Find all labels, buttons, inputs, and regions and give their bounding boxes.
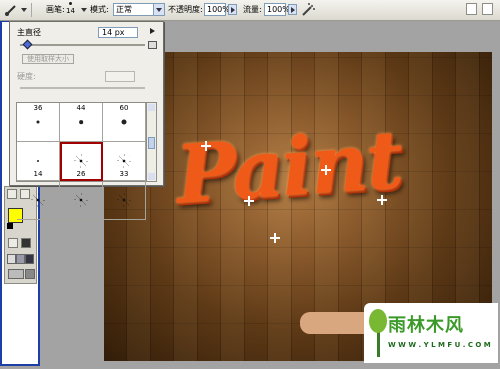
file-browser-icon[interactable] — [466, 3, 477, 15]
brush-tip-spray-icon — [74, 154, 88, 168]
brush-size-label: 14 — [33, 170, 43, 178]
brush-size-label: 26 — [76, 170, 86, 178]
brush-tip-dot-icon — [79, 120, 83, 124]
brush-preset-picker[interactable]: 14 — [64, 1, 78, 19]
brush-preset-cell[interactable]: 44 — [60, 103, 103, 142]
brush-preset-cell[interactable]: 33 — [103, 142, 146, 181]
brush-preset-cell[interactable]: 26 — [60, 142, 103, 181]
flow-slider-arrow-icon[interactable] — [288, 4, 297, 15]
sparkle-icon — [377, 195, 387, 205]
brush-size-readout: 14 — [66, 7, 75, 15]
sparkle-icon — [201, 141, 211, 151]
sparkle-icon — [321, 165, 331, 175]
standard-mode-icon[interactable] — [8, 238, 18, 248]
brush-preset-cell[interactable] — [103, 181, 146, 220]
brush-tip-dot-icon — [121, 119, 127, 125]
brush-preset-grid: 36 44 60 14 26 33 — [16, 102, 146, 220]
brush-dot-icon — [69, 2, 72, 5]
mode-select-value: 正常 — [116, 5, 132, 14]
brush-preset-panel: 主直径 14 px 使用取样大小 硬度: 36 44 60 14 26 33 — [9, 21, 164, 220]
brush-size-label: 44 — [76, 104, 86, 112]
brush-label: 画笔: — [46, 5, 65, 14]
opacity-slider-arrow-icon[interactable] — [228, 4, 237, 15]
edit-icon[interactable] — [25, 269, 35, 279]
preset-scrollbar[interactable] — [146, 102, 157, 182]
brush-preset-cell[interactable] — [60, 181, 103, 220]
screen-mode-icon[interactable] — [7, 254, 16, 264]
palette-well-icon[interactable] — [482, 3, 493, 15]
use-sample-size-button[interactable]: 使用取样大小 — [22, 54, 74, 64]
opacity-label: 不透明度: — [168, 5, 203, 14]
hardness-slider[interactable] — [20, 87, 145, 89]
brush-preset-cell[interactable]: 60 — [103, 103, 146, 142]
brush-tip-spray-icon — [117, 193, 131, 207]
brush-size-label: 33 — [119, 170, 129, 178]
divider — [31, 3, 32, 17]
sparkle-icon — [244, 196, 254, 206]
hardness-label: 硬度: — [17, 72, 36, 81]
hand-image — [300, 312, 370, 334]
hand-tool-icon[interactable] — [7, 189, 17, 199]
options-bar: 画笔: 14 模式: 正常 不透明度: 100% 流量: 100% — [0, 0, 500, 21]
brush-size-label: 60 — [119, 104, 129, 112]
panel-menu-arrow-icon[interactable] — [150, 28, 155, 34]
screen-mode-full-icon[interactable] — [16, 254, 25, 264]
default-colors-icon[interactable] — [7, 223, 13, 229]
brush-size-label: 36 — [33, 104, 43, 112]
watermark-title: 雨林木风 — [388, 315, 464, 336]
master-diameter-slider[interactable] — [20, 39, 145, 50]
watermark-url: W W W . Y L M F U . C O M — [388, 341, 491, 349]
mode-chevron-down-icon — [153, 4, 164, 15]
watermark: 雨林木风 W W W . Y L M F U . C O M — [364, 303, 498, 363]
brush-tip-dot-icon — [37, 160, 39, 162]
master-diameter-label: 主直径 — [17, 28, 41, 37]
quick-mask-icon[interactable] — [21, 238, 31, 248]
brush-tip-spray-icon — [31, 193, 45, 207]
scroll-down-arrow-icon[interactable] — [148, 173, 155, 180]
watermark-logo-icon — [369, 309, 387, 357]
airbrush-icon[interactable] — [301, 3, 315, 17]
flow-input[interactable]: 100% — [264, 3, 290, 16]
brush-preset-cell[interactable] — [17, 181, 60, 220]
brush-tool-icon[interactable] — [4, 3, 18, 17]
master-diameter-slider-thumb[interactable] — [22, 39, 33, 50]
brush-preset-cell[interactable]: 36 — [17, 103, 60, 142]
master-diameter-input[interactable]: 14 px — [98, 27, 138, 38]
scrollbar-thumb[interactable] — [148, 137, 155, 149]
artwork-text: Paint — [172, 112, 405, 222]
hardness-input[interactable] — [105, 71, 135, 82]
brush-tip-spray-icon — [117, 154, 131, 168]
use-sample-size-label: 使用取样大小 — [27, 55, 69, 63]
brush-picker-chevron-down-icon[interactable] — [81, 8, 87, 12]
tool-preset-chevron-down-icon[interactable] — [21, 8, 27, 12]
brush-tip-dot-icon — [36, 120, 40, 124]
mode-select[interactable]: 正常 — [113, 3, 165, 16]
opacity-input[interactable]: 100% — [204, 3, 230, 16]
sparkle-icon — [270, 233, 280, 243]
jump-to-imageready-icon[interactable] — [8, 269, 24, 279]
scroll-up-arrow-icon[interactable] — [148, 104, 155, 111]
new-preset-icon[interactable] — [148, 41, 157, 49]
brush-tip-spray-icon — [74, 193, 88, 207]
flow-label: 流量: — [243, 5, 262, 14]
mode-label: 模式: — [90, 5, 109, 14]
brush-preset-cell[interactable]: 14 — [17, 142, 60, 181]
screen-mode-black-icon[interactable] — [25, 254, 34, 264]
